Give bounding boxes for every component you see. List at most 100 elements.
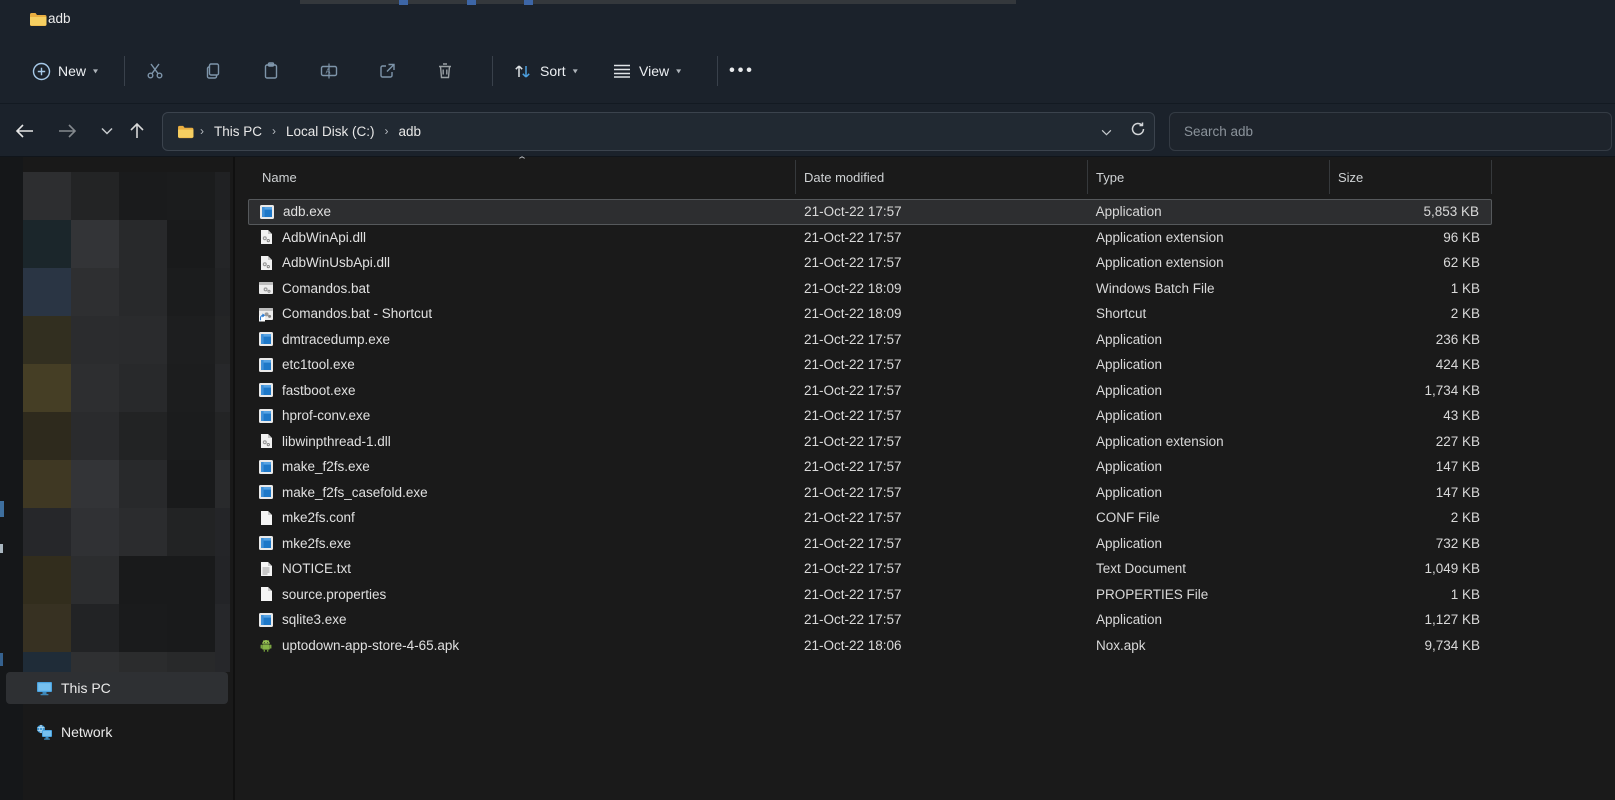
share-button[interactable] xyxy=(367,51,407,91)
recent-locations-button[interactable] xyxy=(90,112,124,150)
toolbar-divider xyxy=(124,56,125,86)
file-row[interactable]: uptodown-app-store-4-65.apk21-Oct-22 18:… xyxy=(248,633,1492,659)
copy-button[interactable] xyxy=(193,51,233,91)
rename-icon: A xyxy=(319,61,339,81)
address-dropdown-chevron-icon[interactable] xyxy=(1101,123,1112,141)
sidebar-item-label: Network xyxy=(61,724,112,740)
blurred-pixel-block xyxy=(119,460,167,508)
file-name: adb.exe xyxy=(283,204,331,219)
file-date-modified: 21-Oct-22 17:57 xyxy=(796,612,1088,627)
file-name-cell: hprof-conv.exe xyxy=(248,408,796,424)
cut-button[interactable] xyxy=(135,51,175,91)
title-bar[interactable]: adb xyxy=(0,0,1615,40)
file-name: AdbWinUsbApi.dll xyxy=(282,255,390,270)
file-row[interactable]: mke2fs.conf21-Oct-22 17:57CONF File2 KB xyxy=(248,505,1492,531)
view-button[interactable]: View ▾ xyxy=(604,51,689,91)
column-header-type[interactable]: Type xyxy=(1088,160,1330,194)
file-name: Comandos.bat - Shortcut xyxy=(282,306,432,321)
blurred-pixel-block xyxy=(71,220,119,268)
clipboard-icon xyxy=(261,61,281,81)
blurred-pixel-block xyxy=(23,604,71,652)
blurred-pixel-block xyxy=(167,268,215,316)
file-row[interactable]: AdbWinUsbApi.dll21-Oct-22 17:57Applicati… xyxy=(248,250,1492,276)
blurred-pixel-block xyxy=(215,460,230,508)
more-options-button[interactable]: ••• xyxy=(722,51,762,91)
breadcrumb-item[interactable]: Local Disk (C:) xyxy=(282,124,379,139)
folder-icon xyxy=(163,125,194,139)
file-date-modified: 21-Oct-22 17:57 xyxy=(796,485,1088,500)
plus-circle-icon xyxy=(32,62,51,81)
pane-divider[interactable] xyxy=(233,157,235,800)
blurred-pixel-block xyxy=(215,556,230,604)
file-type: Nox.apk xyxy=(1088,638,1330,653)
column-header-name[interactable]: Name xyxy=(248,160,796,194)
file-row[interactable]: make_f2fs_casefold.exe21-Oct-22 17:57App… xyxy=(248,480,1492,506)
breadcrumb-item[interactable]: This PC xyxy=(210,124,266,139)
window-title: adb xyxy=(48,11,71,26)
chevron-down-icon: ▾ xyxy=(573,67,578,76)
file-name: etc1tool.exe xyxy=(282,357,355,372)
sort-button-label: Sort xyxy=(540,63,566,79)
trash-icon xyxy=(435,61,455,81)
blurred-pixel-block xyxy=(215,508,230,556)
file-row[interactable]: hprof-conv.exe21-Oct-22 17:57Application… xyxy=(248,403,1492,429)
address-bar[interactable]: ›This PC›Local Disk (C:)›adb xyxy=(162,112,1155,151)
blurred-pixel-block xyxy=(71,652,119,672)
breadcrumb-item[interactable]: adb xyxy=(395,124,426,139)
blurred-pixel-block xyxy=(215,268,230,316)
blurred-pixel-block xyxy=(119,316,167,364)
sidebar-item-this-pc[interactable]: This PC xyxy=(6,672,228,704)
file-type: PROPERTIES File xyxy=(1088,587,1330,602)
sort-button[interactable]: Sort ▾ xyxy=(504,51,586,91)
file-row[interactable]: mke2fs.exe21-Oct-22 17:57Application732 … xyxy=(248,531,1492,557)
file-name: fastboot.exe xyxy=(282,383,356,398)
file-row[interactable]: etc1tool.exe21-Oct-22 17:57Application42… xyxy=(248,352,1492,378)
file-size: 43 KB xyxy=(1330,408,1492,423)
file-row[interactable]: AdbWinApi.dll21-Oct-22 17:57Application … xyxy=(248,225,1492,251)
blurred-pixel-block xyxy=(167,316,215,364)
column-header-date-modified[interactable]: Date modified xyxy=(796,160,1088,194)
file-row[interactable]: NOTICE.txt21-Oct-22 17:57Text Document1,… xyxy=(248,556,1492,582)
file-size: 147 KB xyxy=(1330,485,1492,500)
file-name: libwinpthread-1.dll xyxy=(282,434,391,449)
rename-button[interactable]: A xyxy=(309,51,349,91)
app-file-icon xyxy=(258,535,274,551)
blurred-pixel-block xyxy=(23,652,71,672)
up-button[interactable] xyxy=(120,112,154,150)
refresh-icon[interactable] xyxy=(1130,121,1146,142)
blurred-pixel-block xyxy=(23,460,71,508)
file-row[interactable]: dmtracedump.exe21-Oct-22 17:57Applicatio… xyxy=(248,327,1492,353)
file-name-cell: dmtracedump.exe xyxy=(248,331,796,347)
svg-text:A: A xyxy=(326,67,331,76)
forward-button[interactable] xyxy=(50,112,84,150)
file-type: Application xyxy=(1088,612,1330,627)
file-row[interactable]: fastboot.exe21-Oct-22 17:57Application1,… xyxy=(248,378,1492,404)
blurred-pixel-block xyxy=(71,172,119,220)
blurred-pixel-block xyxy=(215,652,230,672)
file-date-modified: 21-Oct-22 18:09 xyxy=(796,281,1088,296)
file-name: AdbWinApi.dll xyxy=(282,230,366,245)
file-size: 2 KB xyxy=(1330,306,1492,321)
file-name: Comandos.bat xyxy=(282,281,370,296)
file-date-modified: 21-Oct-22 17:57 xyxy=(796,434,1088,449)
new-button[interactable]: New ▾ xyxy=(22,51,108,91)
back-button[interactable] xyxy=(8,112,42,150)
file-row[interactable]: sqlite3.exe21-Oct-22 17:57Application1,1… xyxy=(248,607,1492,633)
search-input[interactable] xyxy=(1170,113,1611,150)
file-row[interactable]: adb.exe21-Oct-22 17:57Application5,853 K… xyxy=(248,199,1492,225)
delete-button[interactable] xyxy=(425,51,465,91)
this-pc-icon xyxy=(36,680,53,696)
toolbar-divider xyxy=(717,56,718,86)
sidebar-item-network[interactable]: Network xyxy=(6,716,228,748)
paste-button[interactable] xyxy=(251,51,291,91)
file-row[interactable]: libwinpthread-1.dll 21-Oct-22 17:57Applic… xyxy=(248,429,1492,455)
file-row[interactable]: make_f2fs.exe21-Oct-22 17:57Application1… xyxy=(248,454,1492,480)
file-row[interactable]: Comandos.bat - Shortcut21-Oct-22 18:09Sh… xyxy=(248,301,1492,327)
file-size: 236 KB xyxy=(1330,332,1492,347)
file-type: Application extension xyxy=(1088,434,1330,449)
blurred-pixel-block xyxy=(71,316,119,364)
column-header-size[interactable]: Size xyxy=(1330,160,1492,194)
file-row[interactable]: Comandos.bat21-Oct-22 18:09Windows Batch… xyxy=(248,276,1492,302)
file-name-cell: libwinpthread-1.dll xyxy=(248,433,796,449)
file-row[interactable]: source.properties21-Oct-22 17:57PROPERTI… xyxy=(248,582,1492,608)
